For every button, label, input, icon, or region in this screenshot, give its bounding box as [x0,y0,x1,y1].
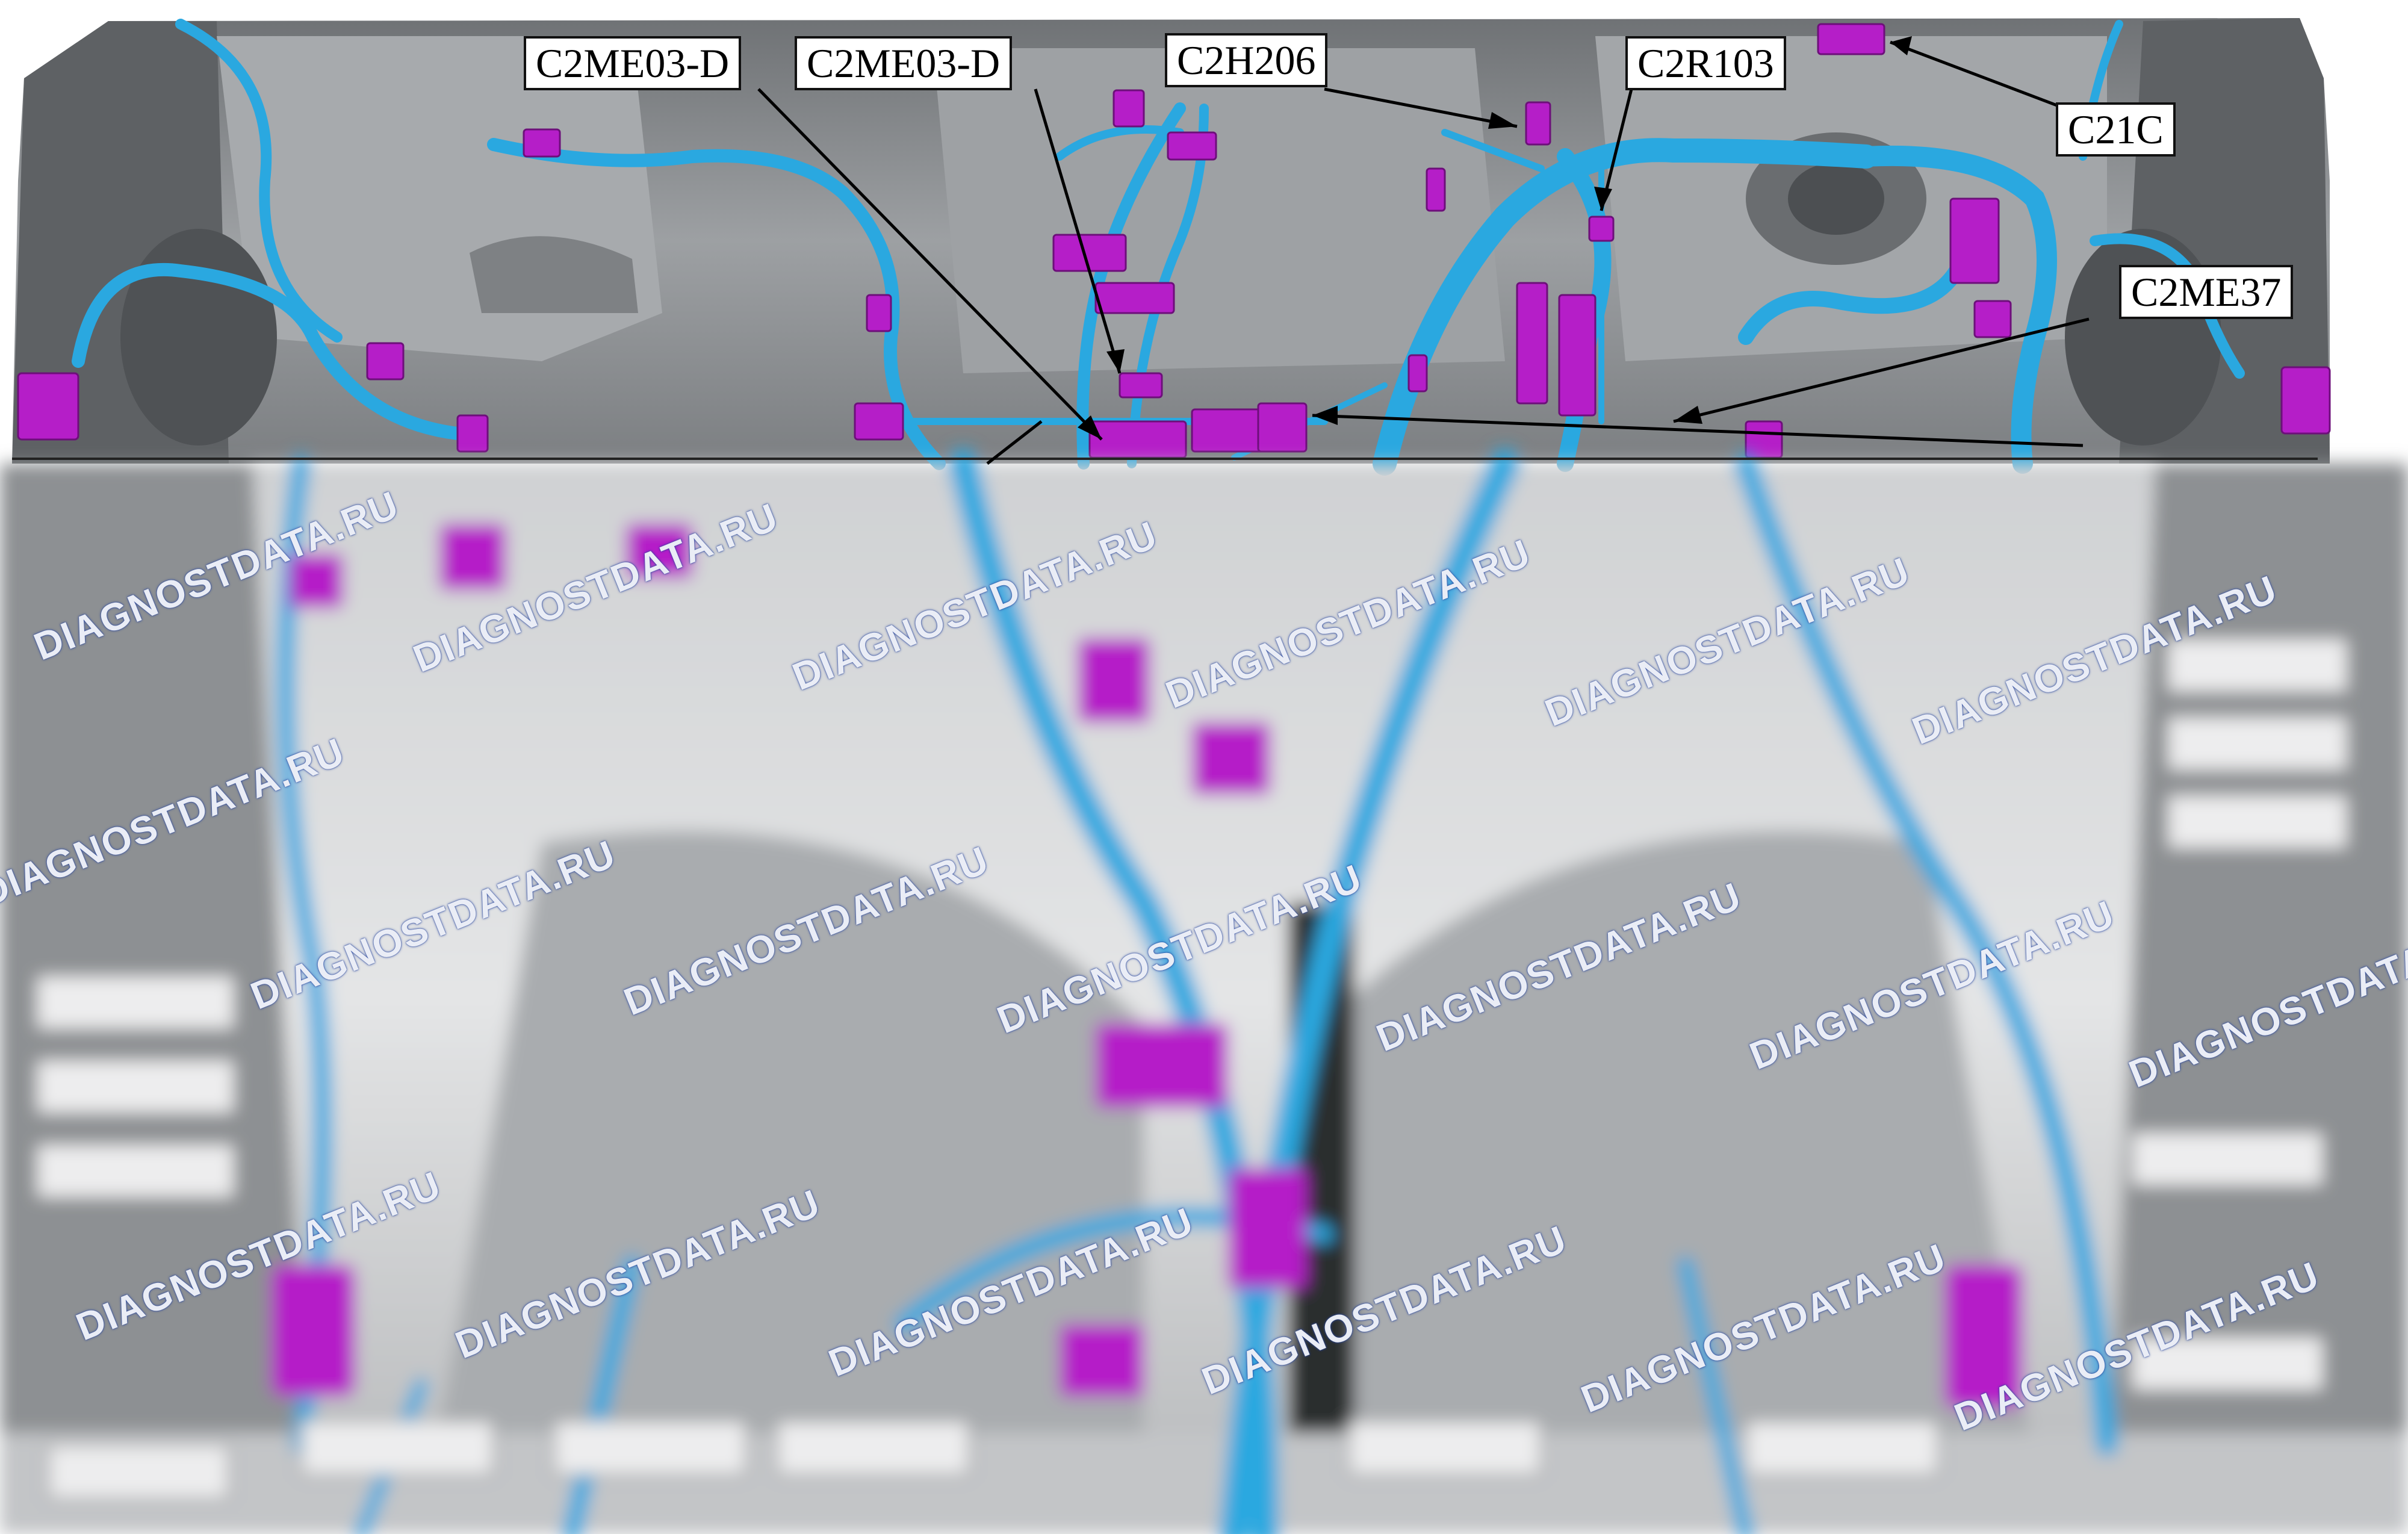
callout-c21c: C21C [2056,102,2176,157]
callout-c2r103: C2R103 [1625,36,1786,90]
callout-c2me03-d-left: C2ME03-D [524,36,742,90]
callout-c2me37: C2ME37 [2119,265,2294,319]
vehicle-rear-view-illustration [0,18,2408,1534]
callout-c2me03-d-right: C2ME03-D [795,36,1013,90]
wiring-harness-diagram: C2ME03-D C2ME03-D C2H206 C2R103 C21C C2M… [0,0,2408,1534]
callout-c2h206: C2H206 [1165,33,1328,87]
lower-blurred-region [0,449,2408,1534]
